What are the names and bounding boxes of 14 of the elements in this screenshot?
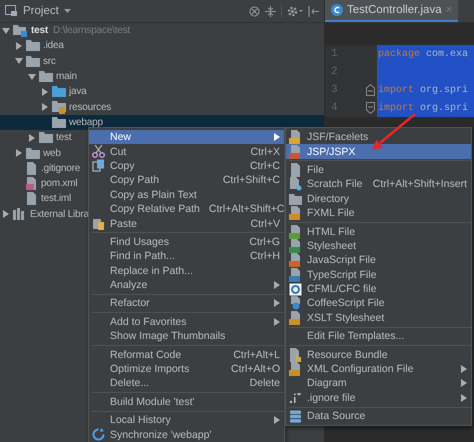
tree-label: test [31, 25, 48, 36]
tree-label: main [56, 71, 77, 82]
tree-label: java [69, 86, 87, 98]
tree-label: .gitignore [41, 162, 80, 174]
tree-label: test.iml [41, 193, 72, 204]
tree-label: web [43, 148, 61, 159]
tree-label: test [56, 132, 72, 144]
tree-label: src [43, 56, 56, 67]
tree-label: webapp [69, 116, 103, 128]
tree-label: resources [69, 102, 112, 113]
module-path: D:\learnspace\test [52, 25, 130, 36]
tree-label: .idea [43, 40, 64, 52]
tree-label: pom.xml [41, 178, 78, 190]
tree-label: External Libra [30, 208, 89, 220]
